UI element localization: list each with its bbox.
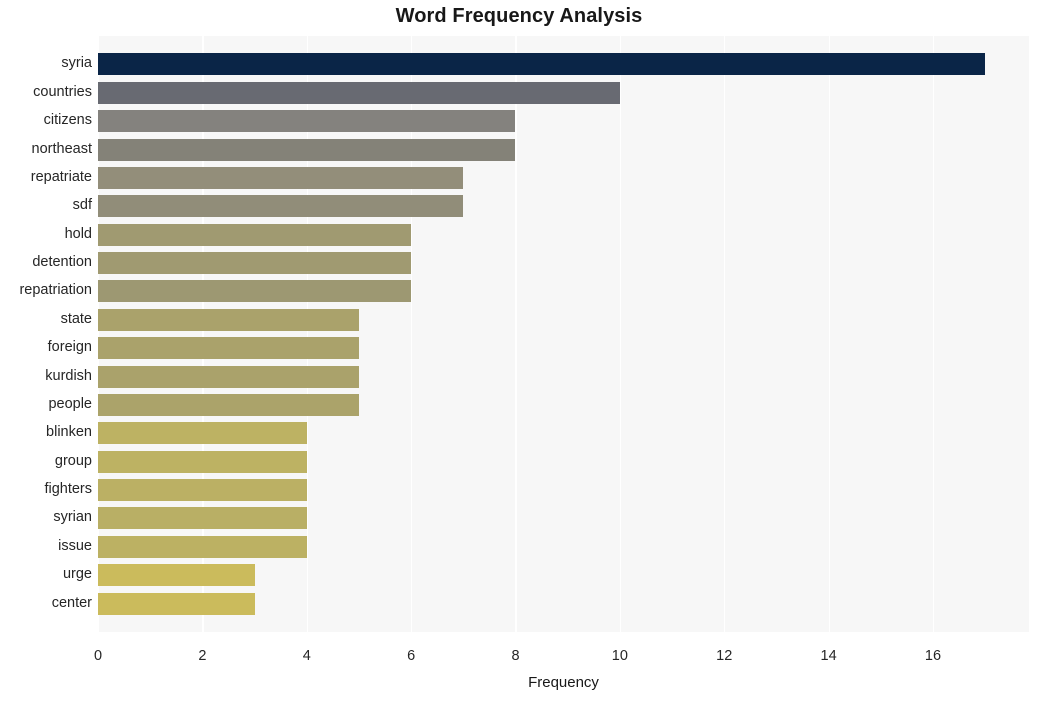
y-tick-label-sdf: sdf bbox=[72, 197, 92, 214]
bar-state[interactable] bbox=[98, 308, 359, 331]
bar-blinken[interactable] bbox=[98, 422, 307, 445]
bar-countries[interactable] bbox=[98, 81, 620, 104]
bar-row bbox=[98, 479, 1029, 502]
x-tick-label-8: 8 bbox=[511, 648, 520, 664]
bar-people[interactable] bbox=[98, 393, 359, 416]
bar-row bbox=[98, 138, 1029, 161]
x-axis: 0 2 4 6 8 10 12 14 16 bbox=[94, 632, 1029, 664]
x-tick-label-16: 16 bbox=[924, 648, 942, 664]
bar-hold[interactable] bbox=[98, 223, 412, 246]
bar-row bbox=[98, 450, 1029, 473]
bar-row bbox=[98, 252, 1029, 275]
bar-citizens[interactable] bbox=[98, 110, 516, 133]
bar-row bbox=[98, 564, 1029, 587]
y-tick-label-issue: issue bbox=[58, 537, 92, 554]
bar-row bbox=[98, 308, 1029, 331]
bar-row bbox=[98, 422, 1029, 445]
y-tick-label-people: people bbox=[48, 395, 92, 412]
bar-syria[interactable] bbox=[98, 53, 986, 76]
y-tick-label-syria: syria bbox=[61, 55, 92, 72]
bar-row bbox=[98, 280, 1029, 303]
bar-row bbox=[98, 592, 1029, 615]
bar-group[interactable] bbox=[98, 450, 307, 473]
y-tick-label-urge: urge bbox=[62, 566, 92, 583]
bar-kurdish[interactable] bbox=[98, 365, 359, 388]
x-tick-label-0: 0 bbox=[93, 648, 103, 664]
y-tick-label-detention: detention bbox=[32, 254, 92, 271]
x-tick-label-4: 4 bbox=[302, 648, 311, 664]
x-tick-label-12: 12 bbox=[716, 648, 733, 664]
y-tick-label-northeast: northeast bbox=[31, 140, 92, 157]
y-tick-label-state: state bbox=[60, 310, 92, 327]
y-tick-label-countries: countries bbox=[33, 83, 92, 100]
x-tick-label-2: 2 bbox=[198, 648, 207, 664]
bar-row bbox=[98, 507, 1029, 530]
y-tick-label-repatriate: repatriate bbox=[30, 168, 92, 185]
bar-urge[interactable] bbox=[98, 564, 255, 587]
x-axis-title: Frequency bbox=[528, 674, 599, 691]
plot-area bbox=[98, 36, 1029, 632]
y-tick-label-repatriation: repatriation bbox=[19, 282, 92, 299]
bar-fighters[interactable] bbox=[98, 479, 307, 502]
y-tick-label-group: group bbox=[54, 452, 92, 469]
y-tick-label-fighters: fighters bbox=[44, 481, 92, 498]
bar-issue[interactable] bbox=[98, 535, 307, 558]
y-axis-tick-labels: syria countries citizens northeast repatriat… bbox=[0, 36, 92, 632]
y-tick-label-citizens: citizens bbox=[43, 112, 92, 129]
y-tick-label-kurdish: kurdish bbox=[45, 367, 92, 384]
word-frequency-bar-chart: Word Frequency Analysis syria countries ci… bbox=[0, 0, 1038, 701]
x-tick-label-6: 6 bbox=[407, 648, 416, 664]
bar-row bbox=[98, 337, 1029, 360]
bar-sdf[interactable] bbox=[98, 195, 464, 218]
bar-northeast[interactable] bbox=[98, 138, 516, 161]
chart-title: Word Frequency Analysis bbox=[395, 5, 643, 27]
y-tick-label-syrian: syrian bbox=[53, 509, 92, 526]
bar-row bbox=[98, 53, 1029, 76]
y-tick-label-hold: hold bbox=[64, 225, 92, 242]
bar-row bbox=[98, 195, 1029, 218]
bar-row bbox=[98, 365, 1029, 388]
bar-row bbox=[98, 393, 1029, 416]
bar-row bbox=[98, 535, 1029, 558]
y-tick-label-blinken: blinken bbox=[46, 424, 92, 441]
bar-center[interactable] bbox=[98, 592, 255, 615]
y-tick-label-foreign: foreign bbox=[47, 339, 92, 356]
y-tick-label-center: center bbox=[51, 594, 92, 611]
bar-row bbox=[98, 166, 1029, 189]
bar-row bbox=[98, 110, 1029, 133]
bar-syrian[interactable] bbox=[98, 507, 307, 530]
bar-repatriate[interactable] bbox=[98, 166, 464, 189]
bar-repatriation[interactable] bbox=[98, 280, 412, 303]
x-tick-label-14: 14 bbox=[820, 648, 837, 664]
bar-detention[interactable] bbox=[98, 252, 412, 275]
bar-row bbox=[98, 81, 1029, 104]
bar-foreign[interactable] bbox=[98, 337, 359, 360]
x-tick-label-10: 10 bbox=[611, 648, 628, 664]
bar-row bbox=[98, 223, 1029, 246]
